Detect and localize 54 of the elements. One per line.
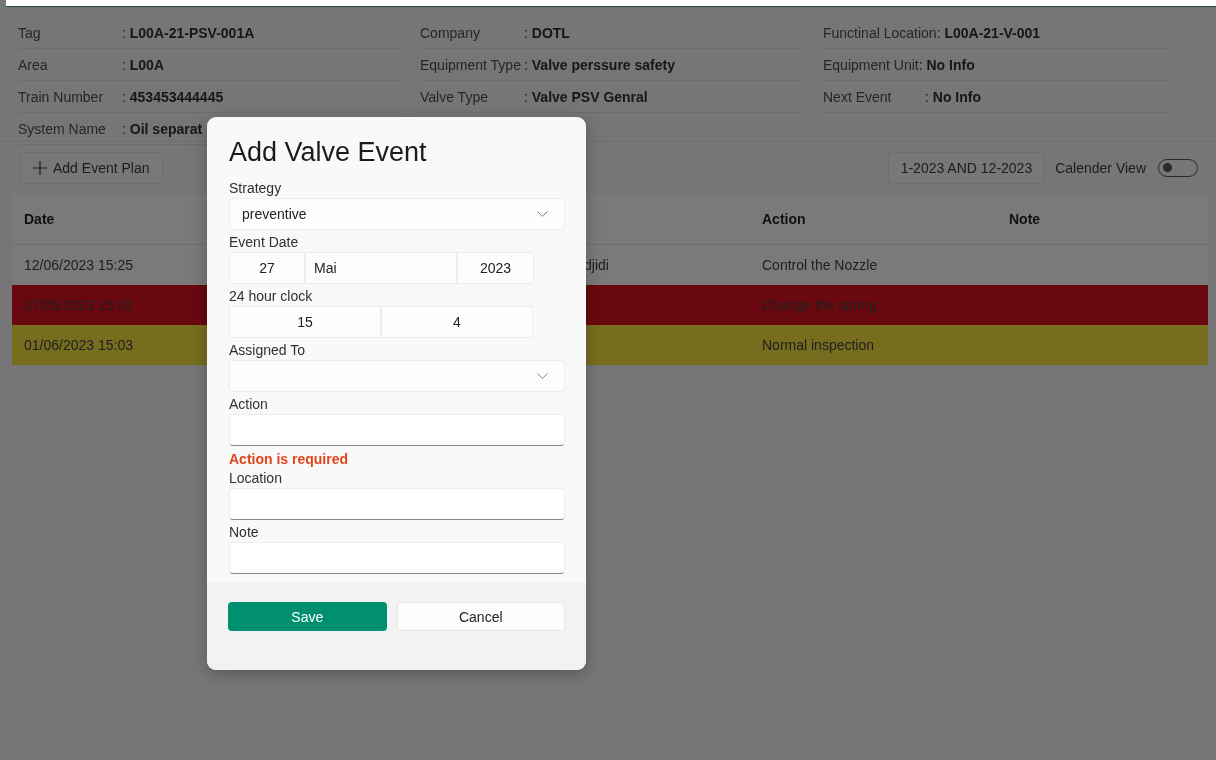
field-label: Valve Type <box>420 88 489 105</box>
add-event-plan-button[interactable]: Add Event Plan <box>20 152 163 184</box>
field-value: : Valve perssure safety <box>524 56 675 73</box>
field-value: : Valve PSV Genral <box>524 88 648 105</box>
field-label: 24 hour clock <box>229 287 314 306</box>
month-picker[interactable]: Mai <box>305 252 457 284</box>
minute-picker[interactable]: 4 <box>381 306 533 338</box>
field-label: System Name <box>18 120 107 137</box>
column-header: Date <box>24 211 55 227</box>
field-value: : L00A <box>122 56 164 73</box>
table-cell: 01/06/2023 15:03 <box>24 337 133 353</box>
field-label: Area <box>18 56 49 73</box>
plus-icon <box>33 161 47 175</box>
save-button[interactable]: Save <box>228 602 387 631</box>
chevron-down-icon <box>537 211 548 217</box>
field-value: : No Info <box>918 56 975 73</box>
column-header: Action <box>762 211 806 227</box>
note-input[interactable] <box>229 542 565 574</box>
cancel-button[interactable]: Cancel <box>396 602 565 631</box>
date-range-button[interactable]: 1-2023 AND 12-2023 <box>887 152 1046 184</box>
field-label: Company <box>420 24 481 41</box>
field-label: Equipment Type <box>420 56 522 73</box>
field-label: Train Number <box>18 88 105 105</box>
field-value: : 453453444445 <box>122 88 224 105</box>
table-cell: Control the Nozzle <box>762 257 878 273</box>
dialog-title: Add Valve Event <box>229 137 428 168</box>
field-label: Tag <box>18 24 42 41</box>
field-value: : Oil separat <box>122 120 203 137</box>
field-label: Functinal Location <box>823 24 937 41</box>
table-cell: Change the spring <box>762 297 877 313</box>
hour-picker[interactable]: 15 <box>229 306 381 338</box>
column-header: Note <box>1009 211 1041 227</box>
field-label: Assigned To <box>229 341 306 360</box>
field-label: Location <box>229 469 283 488</box>
chevron-down-icon <box>537 373 548 379</box>
error-message: Action is required <box>229 450 350 468</box>
table-cell: 27/05/2023 15:02 <box>24 297 133 313</box>
strategy-dropdown[interactable]: preventive <box>229 198 565 230</box>
field-label: Next Event <box>823 88 893 105</box>
day-picker[interactable]: 27 <box>229 252 305 284</box>
field-label: Strategy <box>229 179 283 198</box>
year-picker[interactable]: 2023 <box>457 252 534 284</box>
toggle-label: Calender View <box>1055 160 1146 176</box>
field-label: Equipment Unit <box>823 56 919 73</box>
field-label: Action <box>229 395 269 414</box>
location-input[interactable] <box>229 488 565 520</box>
field-value: : L00A-21-PSV-001A <box>122 24 255 41</box>
field-label: Note <box>229 523 260 542</box>
table-cell: Normal inspection <box>762 337 875 353</box>
table-cell: 12/06/2023 15:25 <box>24 257 133 273</box>
field-value: : No Info <box>925 88 981 105</box>
action-input[interactable] <box>229 414 565 446</box>
field-value: : DOTL <box>524 24 570 41</box>
field-value: : L00A-21-V-001 <box>936 24 1041 41</box>
